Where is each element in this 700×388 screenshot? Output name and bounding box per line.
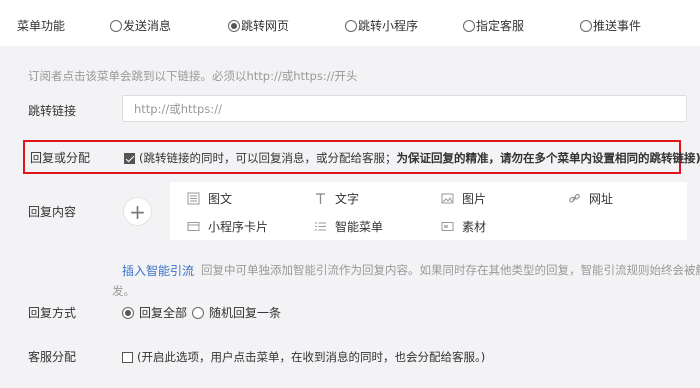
article-icon [187,192,200,205]
radio-label: 指定客服 [476,19,525,33]
reply-or-assign-option[interactable]: (跳转链接的同时，可以回复消息，或分配给客服；为保证回复的精准，请勿在多个菜单内… [124,150,700,166]
radio-label: 发送消息 [123,19,172,33]
radio-label: 随机回复一条 [209,306,282,320]
radio-label: 跳转小程序 [358,19,419,33]
radio-circle[interactable] [122,306,134,319]
customer-service-option[interactable]: (开启此选项，用户点击菜单，在收到消息的同时，也会分配给客服。) [122,349,485,365]
radio-assign-service[interactable]: 指定客服 [463,17,524,34]
customer-service-label: 客服分配 [28,350,77,364]
customer-service-checkbox[interactable] [122,351,133,363]
reply-type-article[interactable]: 图文 [187,190,232,207]
reply-type-label: 文字 [335,192,360,206]
reply-type-label: 网址 [589,192,614,206]
radio-circle[interactable] [192,306,204,319]
reply-content-label: 回复内容 [28,205,77,219]
reply-type-label: 小程序卡片 [208,220,269,234]
menu-function-row: 菜单功能 发送消息 跳转网页 跳转小程序 指定客服 推送事件 [0,0,700,46]
reply-type-text[interactable]: 文字 [314,190,359,207]
jump-hint-text: 订阅者点击该菜单会跳到以下链接。必须以http://或https://开头 [28,69,358,83]
customer-service-text: (开启此选项，用户点击菜单，在收到消息的同时，也会分配给客服。) [137,350,486,364]
jump-link-input[interactable] [122,95,687,122]
radio-label: 推送事件 [593,19,642,33]
reply-type-smart-menu[interactable]: 智能菜单 [314,218,383,235]
radio-circle[interactable] [345,19,357,32]
reply-mode-label: 回复方式 [28,306,77,320]
radio-send-message[interactable]: 发送消息 [110,17,171,34]
reply-type-label: 图片 [462,192,487,206]
add-reply-button[interactable]: + [123,197,152,226]
smart-guide-description-continued: 发。 [112,284,135,298]
radio-reply-all[interactable]: 回复全部 [122,304,187,321]
radio-label: 跳转网页 [241,19,290,33]
text-icon [314,192,327,205]
reply-type-url[interactable]: 网址 [568,190,613,207]
reply-type-label: 智能菜单 [335,220,384,234]
radio-random-reply[interactable]: 随机回复一条 [192,304,281,321]
smart-menu-icon [314,220,327,233]
reply-or-assign-text-bold: 为保证回复的精准，请勿在多个菜单内设置相同的跳转链接) [396,151,700,165]
jump-link-label: 跳转链接 [28,104,77,118]
miniprogram-card-icon [187,220,200,233]
menu-function-label: 菜单功能 [17,19,66,33]
link-icon [568,192,581,205]
reply-or-assign-checkbox[interactable] [124,152,135,164]
radio-circle[interactable] [110,19,122,32]
reply-or-assign-label: 回复或分配 [30,151,91,165]
reply-type-image[interactable]: 图片 [441,190,486,207]
material-icon [441,220,454,233]
reply-type-label: 图文 [208,192,233,206]
reply-or-assign-text-normal: (跳转链接的同时，可以回复消息，或分配给客服； [139,151,397,165]
reply-or-assign-text: (跳转链接的同时，可以回复消息，或分配给客服；为保证回复的精准，请勿在多个菜单内… [139,150,700,166]
plus-icon: + [129,199,146,224]
radio-circle[interactable] [580,19,592,32]
image-icon [441,192,454,205]
insert-smart-guide-link[interactable]: 插入智能引流 [122,262,194,279]
radio-circle[interactable] [463,19,475,32]
radio-push-event[interactable]: 推送事件 [580,17,641,34]
radio-circle[interactable] [228,19,240,32]
radio-jump-webpage[interactable]: 跳转网页 [228,17,289,34]
reply-or-assign-highlight: 回复或分配 (跳转链接的同时，可以回复消息，或分配给客服；为保证回复的精准，请勿… [23,140,700,174]
reply-type-miniprogram-card[interactable]: 小程序卡片 [187,218,268,235]
smart-guide-description: 回复中可单独添加智能引流作为回复内容。如果同时存在其他类型的回复，智能引流规则始… [201,263,700,277]
reply-type-material[interactable]: 素材 [441,218,486,235]
reply-type-label: 素材 [462,220,487,234]
radio-label: 回复全部 [139,306,188,320]
radio-jump-miniprogram[interactable]: 跳转小程序 [345,17,418,34]
